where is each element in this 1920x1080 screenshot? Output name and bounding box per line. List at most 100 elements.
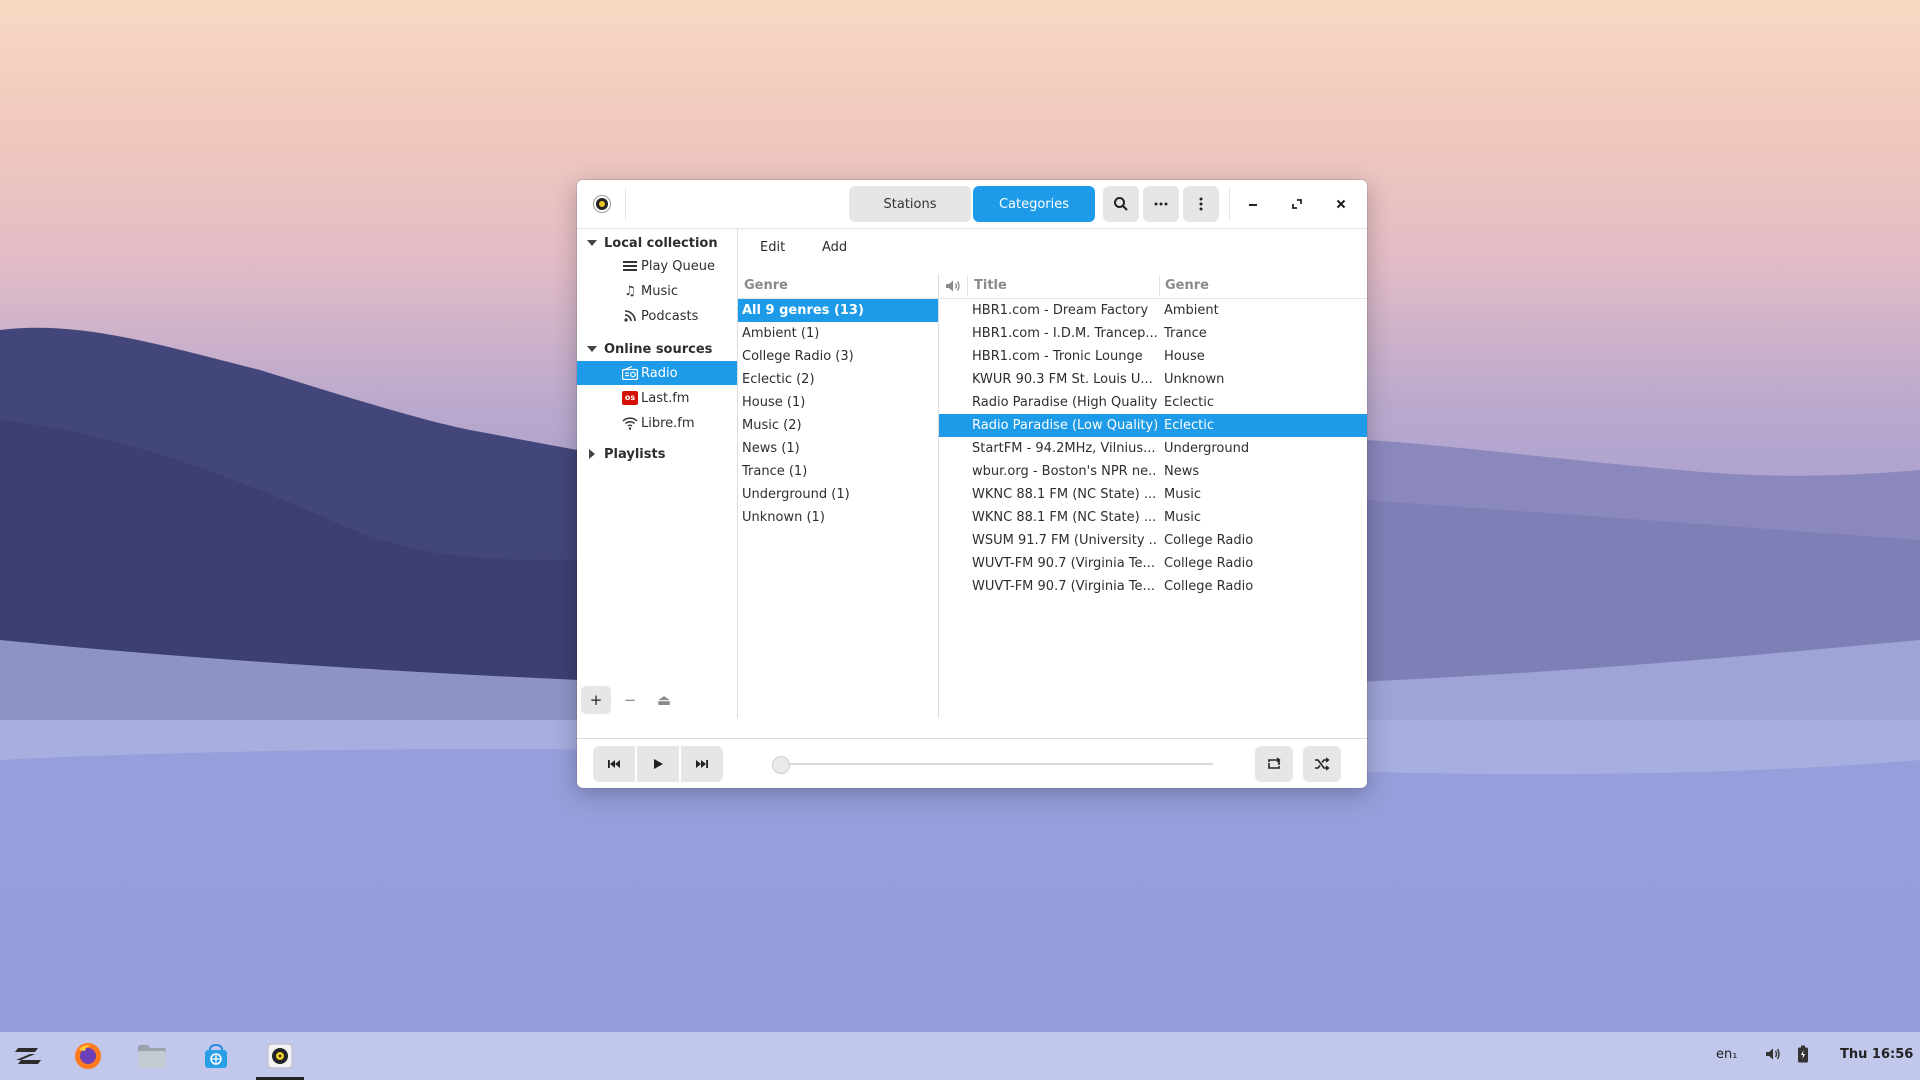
- sidebar-item-music[interactable]: ♫ Music: [577, 279, 737, 303]
- zorin-menu-icon[interactable]: [12, 1040, 44, 1072]
- seek-handle[interactable]: [772, 756, 790, 774]
- sidebar-item-label: Last.fm: [641, 390, 690, 406]
- sidebar-item-podcasts[interactable]: Podcasts: [577, 304, 737, 328]
- genre-row[interactable]: All 9 genres (13): [738, 299, 938, 322]
- taskbar: en₁ Thu 16:56: [0, 1032, 1920, 1080]
- station-row[interactable]: KWUR 90.3 FM St. Louis U... Unknown: [939, 368, 1367, 391]
- wifi-icon: [622, 415, 638, 431]
- station-genre: Eclectic: [1164, 418, 1214, 433]
- title-column-header[interactable]: Title: [974, 278, 1007, 293]
- sidebar-group-local-collection[interactable]: Local collection: [577, 231, 737, 255]
- add-button[interactable]: Add: [822, 240, 847, 255]
- sidebar-item-lastfm[interactable]: os Last.fm: [577, 386, 737, 410]
- genre-row[interactable]: News (1): [738, 437, 938, 460]
- station-title: HBR1.com - I.D.M. Trancep...: [972, 326, 1157, 341]
- station-title: Radio Paradise (High Quality): [972, 395, 1157, 410]
- genre-list-header[interactable]: Genre: [738, 274, 938, 299]
- station-row[interactable]: HBR1.com - Tronic Lounge House: [939, 345, 1367, 368]
- genre-row[interactable]: House (1): [738, 391, 938, 414]
- lastfm-icon: os: [622, 390, 638, 406]
- maximize-button[interactable]: [1283, 190, 1311, 218]
- station-genre: Eclectic: [1164, 395, 1214, 410]
- radio-icon: [622, 365, 638, 381]
- column-divider: [967, 276, 968, 296]
- sidebar-group-online-sources[interactable]: Online sources: [577, 337, 737, 361]
- genre-label: Trance (1): [742, 464, 808, 479]
- station-row[interactable]: HBR1.com - I.D.M. Trancep... Trance: [939, 322, 1367, 345]
- seek-bar[interactable]: [777, 763, 1213, 765]
- sidebar-group-playlists[interactable]: Playlists: [577, 442, 737, 466]
- genre-list: Genre All 9 genres (13) Ambient (1) Coll…: [738, 274, 939, 718]
- genre-column-header[interactable]: Genre: [1165, 278, 1209, 293]
- station-title: WKNC 88.1 FM (NC State) ...: [972, 487, 1157, 502]
- rhythmbox-icon[interactable]: [264, 1040, 296, 1072]
- menu-button[interactable]: [1183, 186, 1219, 222]
- clock[interactable]: Thu 16:56: [1840, 1047, 1913, 1062]
- station-row[interactable]: WUVT-FM 90.7 (Virginia Te... College Radi…: [939, 575, 1367, 598]
- previous-button[interactable]: [593, 746, 635, 782]
- station-row-selected[interactable]: Radio Paradise (Low Quality) Eclectic: [939, 414, 1367, 437]
- shuffle-button[interactable]: [1303, 746, 1341, 782]
- genre-label: Eclectic (2): [742, 372, 815, 387]
- volume-icon[interactable]: [1764, 1046, 1782, 1066]
- sidebar-item-radio[interactable]: Radio: [577, 361, 737, 385]
- genre-row[interactable]: Ambient (1): [738, 322, 938, 345]
- minimize-button[interactable]: [1239, 190, 1267, 218]
- station-title: WUVT-FM 90.7 (Virginia Te...: [972, 579, 1155, 594]
- menu-icon: [1199, 197, 1203, 211]
- station-genre: Music: [1164, 510, 1201, 525]
- station-row[interactable]: WKNC 88.1 FM (NC State) ... Music: [939, 506, 1367, 529]
- add-source-button[interactable]: +: [581, 686, 611, 714]
- station-row[interactable]: StartFM - 94.2MHz, Vilnius... Underground: [939, 437, 1367, 460]
- station-genre: Underground: [1164, 441, 1250, 456]
- genre-row[interactable]: College Radio (3): [738, 345, 938, 368]
- column-divider: [1159, 276, 1160, 296]
- header-separator: [1229, 188, 1230, 220]
- genre-label: Unknown (1): [742, 510, 825, 525]
- station-row[interactable]: WSUM 91.7 FM (University ... College Radi…: [939, 529, 1367, 552]
- genre-row[interactable]: Underground (1): [738, 483, 938, 506]
- battery-icon[interactable]: [1797, 1045, 1809, 1067]
- files-icon[interactable]: [136, 1040, 168, 1072]
- station-genre: Ambient: [1164, 303, 1219, 318]
- eject-button[interactable]: ⏏: [649, 686, 679, 714]
- close-button[interactable]: [1327, 190, 1355, 218]
- software-store-icon[interactable]: [200, 1040, 232, 1072]
- repeat-button[interactable]: [1255, 746, 1293, 782]
- tab-categories[interactable]: Categories: [973, 186, 1095, 222]
- sidebar-group-label: Online sources: [604, 341, 713, 357]
- genre-row[interactable]: Unknown (1): [738, 506, 938, 529]
- station-table-header: Title Genre: [939, 274, 1367, 299]
- station-row[interactable]: wbur.org - Boston's NPR ne... News: [939, 460, 1367, 483]
- more-button[interactable]: [1143, 186, 1179, 222]
- station-row[interactable]: Radio Paradise (High Quality) Eclectic: [939, 391, 1367, 414]
- genre-label: College Radio (3): [742, 349, 854, 364]
- speaker-icon[interactable]: [945, 279, 961, 297]
- ellipsis-icon: [1154, 202, 1168, 206]
- search-button[interactable]: [1103, 186, 1139, 222]
- tab-stations[interactable]: Stations: [849, 186, 971, 222]
- station-row[interactable]: WKNC 88.1 FM (NC State) ... Music: [939, 483, 1367, 506]
- genre-row[interactable]: Eclectic (2): [738, 368, 938, 391]
- close-icon: [1336, 199, 1346, 209]
- firefox-icon[interactable]: [72, 1040, 104, 1072]
- station-row[interactable]: WUVT-FM 90.7 (Virginia Te... College Radi…: [939, 552, 1367, 575]
- keyboard-layout-indicator[interactable]: en₁: [1716, 1047, 1737, 1062]
- sidebar-item-play-queue[interactable]: Play Queue: [577, 254, 737, 278]
- next-button[interactable]: [681, 746, 723, 782]
- play-button[interactable]: [637, 746, 679, 782]
- sidebar-footer: + − ⏏: [577, 678, 737, 718]
- edit-button[interactable]: Edit: [760, 240, 785, 255]
- sidebar-item-label: Play Queue: [641, 258, 715, 274]
- genre-column-header: Genre: [744, 278, 788, 293]
- sidebar-item-librefm[interactable]: Libre.fm: [577, 411, 737, 435]
- sidebar-item-label: Music: [641, 283, 678, 299]
- sidebar-item-label: Libre.fm: [641, 415, 695, 431]
- genre-row[interactable]: Music (2): [738, 414, 938, 437]
- header-separator: [625, 188, 626, 220]
- genre-row[interactable]: Trance (1): [738, 460, 938, 483]
- sidebar-item-label: Podcasts: [641, 308, 699, 324]
- play-icon: [654, 759, 663, 769]
- remove-source-button[interactable]: −: [615, 686, 645, 714]
- station-row[interactable]: HBR1.com - Dream Factory Ambient: [939, 299, 1367, 322]
